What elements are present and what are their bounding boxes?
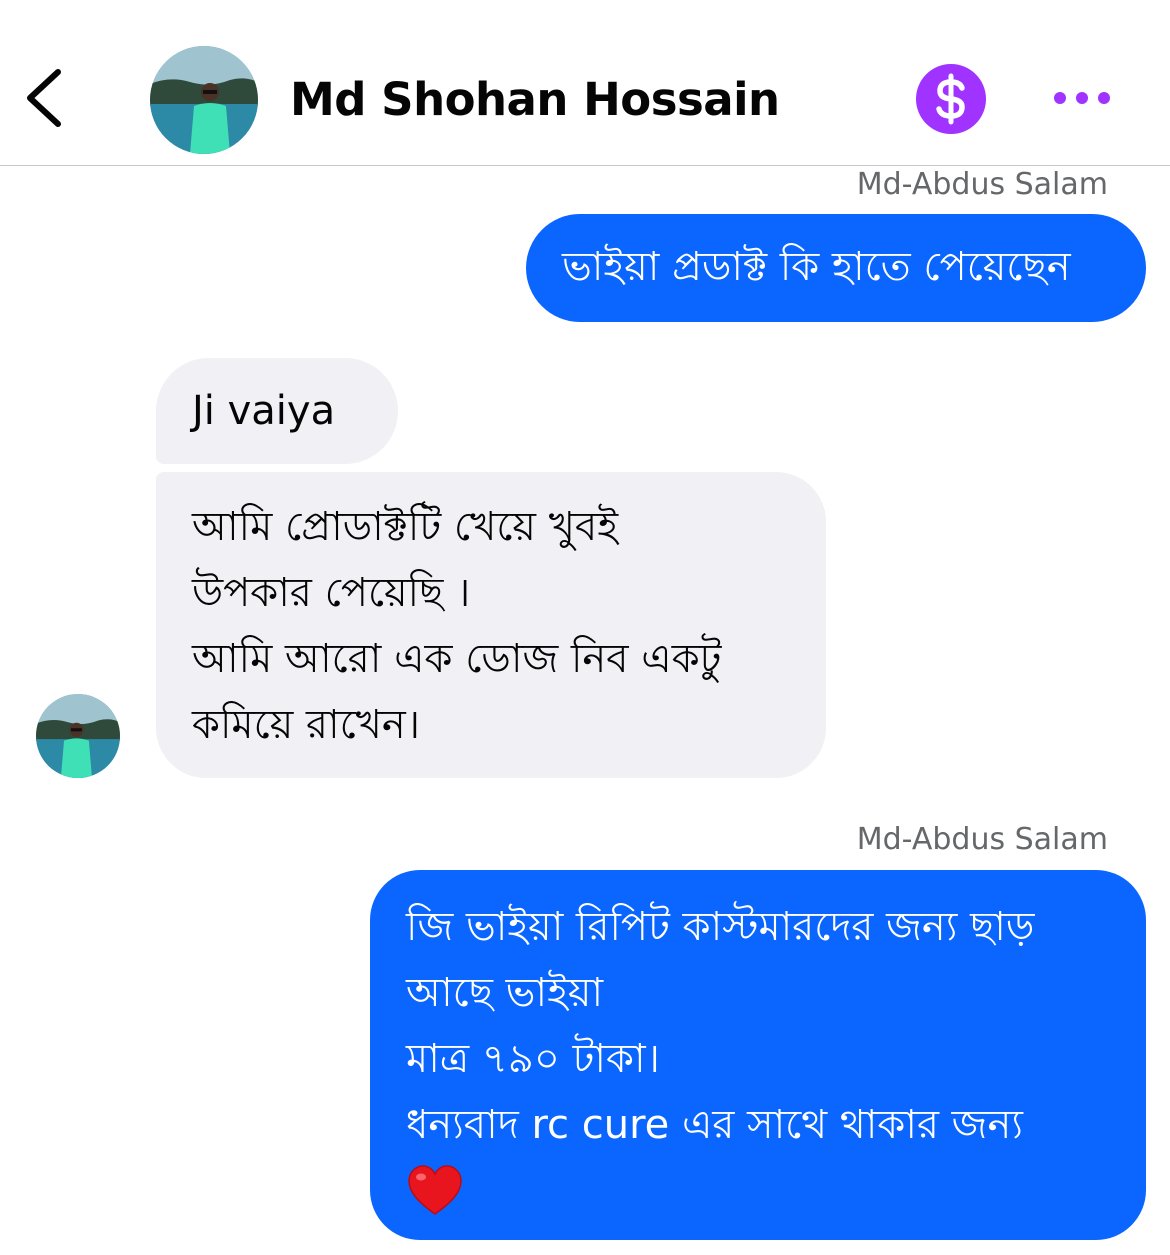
message-text: আছে ভাইয়া xyxy=(406,970,604,1016)
heart-emoji xyxy=(408,1165,462,1215)
contact-avatar[interactable] xyxy=(150,46,258,154)
payment-button[interactable] xyxy=(916,64,986,134)
back-button[interactable] xyxy=(18,62,78,134)
message-text: কমিয়ে রাখেন। xyxy=(192,702,421,748)
message-text: ধন্যবাদ rc cure এর সাথে থাকার জন্য xyxy=(406,1102,1023,1148)
more-dots-icon xyxy=(1054,92,1110,104)
sender-label: Md-Abdus Salam xyxy=(856,822,1108,857)
avatar-photo xyxy=(36,694,120,778)
chevron-left-icon xyxy=(27,69,61,127)
incoming-message[interactable]: আমি প্রোডাক্টটি খেয়ে খুবই উপকার পেয়েছি… xyxy=(156,472,826,778)
message-text: আমি আরো এক ডোজ নিব একটু xyxy=(192,636,722,682)
contact-name[interactable]: Md Shohan Hossain xyxy=(290,70,780,130)
outgoing-message[interactable]: জি ভাইয়া রিপিট কাস্টমারদের জন্য ছাড় আছ… xyxy=(370,870,1146,1240)
incoming-message[interactable]: Ji vaiya xyxy=(156,358,398,464)
avatar-photo xyxy=(150,46,258,154)
more-options-button[interactable] xyxy=(1050,80,1114,116)
message-text: জি ভাইয়া রিপিট কাস্টমারদের জন্য ছাড় xyxy=(406,904,1035,950)
message-text: ভাইয়া প্রডাক্ট কি হাতে পেয়েছেন xyxy=(562,244,1071,290)
sender-avatar[interactable] xyxy=(36,694,120,778)
chat-header: Md Shohan Hossain xyxy=(0,0,1170,166)
message-text: মাত্র ৭৯০ টাকা। xyxy=(406,1036,660,1082)
message-text: উপকার পেয়েছি । xyxy=(192,570,471,616)
message-text: আমি প্রোডাক্টটি খেয়ে খুবই xyxy=(192,504,619,550)
dollar-sign-icon xyxy=(936,73,965,125)
sender-label: Md-Abdus Salam xyxy=(856,167,1108,202)
message-text: Ji vaiya xyxy=(192,388,336,434)
outgoing-message[interactable]: ভাইয়া প্রডাক্ট কি হাতে পেয়েছেন xyxy=(526,214,1146,322)
